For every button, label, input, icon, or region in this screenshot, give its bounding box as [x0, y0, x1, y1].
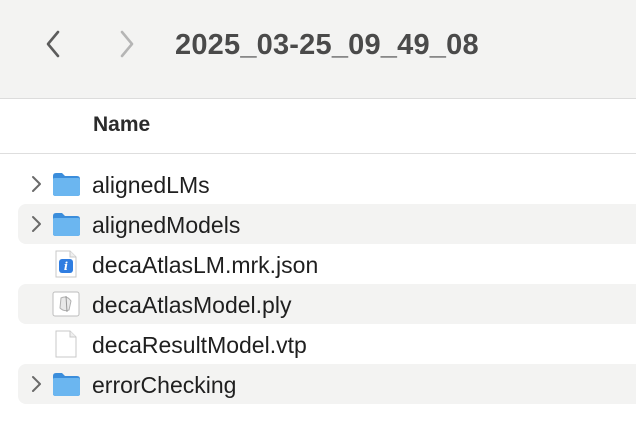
chevron-right-icon: [32, 216, 41, 232]
folder-icon: [50, 370, 82, 398]
list-item-errorChecking[interactable]: errorChecking: [18, 364, 636, 404]
disclosure-triangle[interactable]: [26, 214, 46, 234]
list-item-decaAtlasLM[interactable]: i decaAtlasLM.mrk.json: [18, 244, 636, 284]
ply-file-icon: [50, 290, 82, 318]
file-list: alignedLMs alignedModels i decaAtlasLM.m…: [0, 164, 636, 404]
list-item-decaAtlasModel[interactable]: decaAtlasModel.ply: [18, 284, 636, 324]
chevron-left-icon: [46, 30, 60, 58]
json-file-icon: i: [50, 250, 82, 278]
file-name: alignedLMs: [92, 172, 210, 198]
folder-icon: [50, 170, 82, 198]
blank-document-icon: [50, 330, 82, 358]
forward-button[interactable]: [108, 26, 144, 62]
chevron-right-icon: [120, 30, 134, 58]
disclosure-triangle[interactable]: [26, 174, 46, 194]
column-header: Name: [0, 99, 636, 154]
file-name: decaAtlasLM.mrk.json: [92, 252, 319, 278]
disclosure-triangle[interactable]: [26, 374, 46, 394]
name-column-header[interactable]: Name: [93, 113, 150, 137]
file-name: decaResultModel.vtp: [92, 332, 307, 358]
window-title: 2025_03-25_09_49_08: [175, 29, 479, 61]
chevron-right-icon: [32, 376, 41, 392]
back-button[interactable]: [36, 26, 72, 62]
window-toolbar: 2025_03-25_09_49_08: [0, 0, 636, 99]
list-item-alignedLMs[interactable]: alignedLMs: [18, 164, 636, 204]
list-item-alignedModels[interactable]: alignedModels: [18, 204, 636, 244]
svg-text:i: i: [64, 260, 68, 273]
file-name: errorChecking: [92, 372, 237, 398]
file-name: decaAtlasModel.ply: [92, 292, 292, 318]
list-item-decaResultModel[interactable]: decaResultModel.vtp: [18, 324, 636, 364]
folder-icon: [50, 210, 82, 238]
file-name: alignedModels: [92, 212, 241, 238]
chevron-right-icon: [32, 176, 41, 192]
